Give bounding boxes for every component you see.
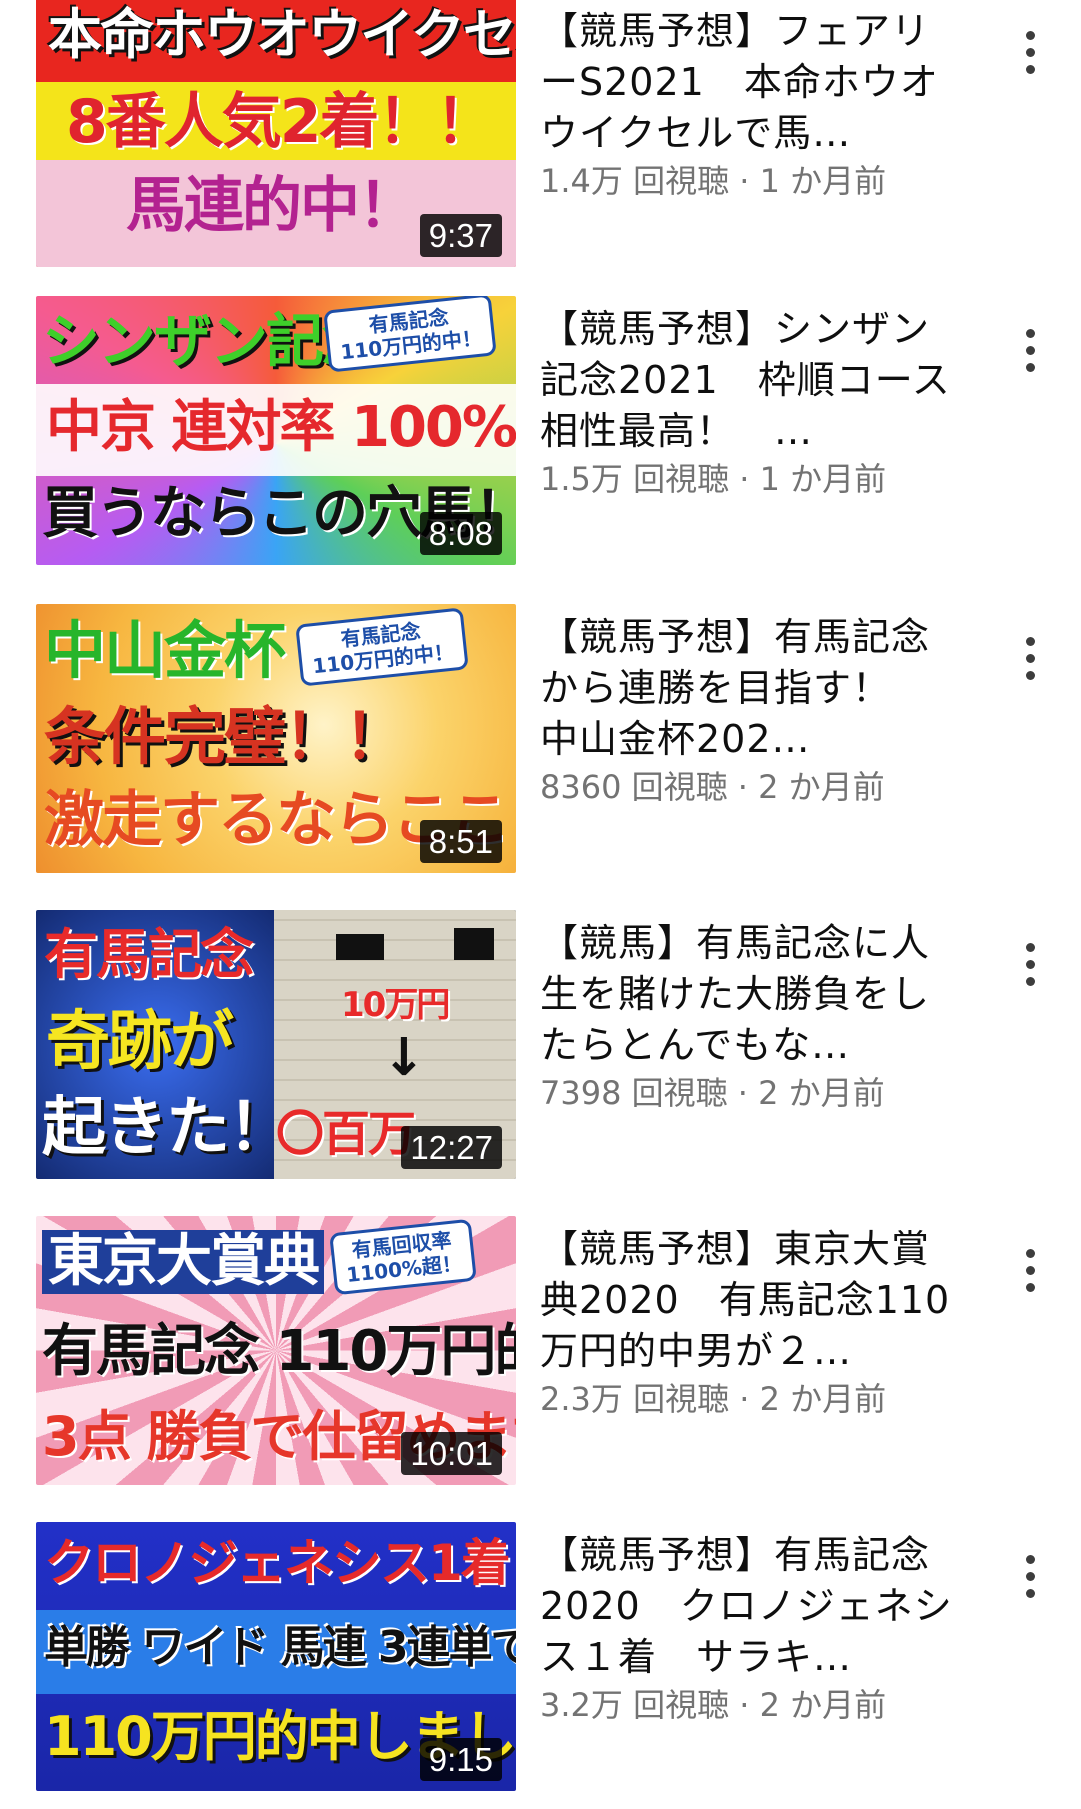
view-count: 2.3万 回視聴	[540, 1380, 730, 1418]
view-count: 7398 回視聴	[540, 1074, 728, 1112]
video-info: 【競馬予想】東京大賞典2020 有馬記念110万円的中男が２… 2.3万 回視聴…	[540, 1224, 960, 1421]
meta-separator: ·	[729, 460, 760, 498]
video-thumbnail[interactable]: 中山金杯 有馬記念 110万円的中！ 条件完璧！！ 激走するならここ！ 8:51	[36, 604, 516, 873]
video-title[interactable]: 【競馬予想】有馬記念2020 クロノジェネシス１着 サラキ…	[540, 1530, 960, 1683]
video-duration: 9:37	[419, 214, 502, 257]
video-meta: 3.2万 回視聴 · 2 か月前	[540, 1683, 960, 1727]
video-item[interactable]: 中山金杯 有馬記念 110万円的中！ 条件完璧！！ 激走するならここ！ 8:51…	[0, 604, 1081, 873]
upload-age: 1 か月前	[759, 460, 887, 498]
video-duration: 10:01	[401, 1432, 502, 1475]
thumbnail-text: 中京 連対率 100%	[46, 395, 516, 460]
video-item[interactable]: クロノジェネシス1着！！ 単勝 ワイド 馬連 3連単で 110万円的中しました！…	[0, 1522, 1081, 1791]
thumbnail-text: 奇跡が	[46, 1005, 234, 1079]
view-count: 3.2万 回視聴	[540, 1686, 730, 1724]
view-count: 8360 回視聴	[540, 768, 728, 806]
video-thumbnail[interactable]: 東京大賞典 有馬回収率 1100%超！ 有馬記念 110万円的中！ 3点 勝負で…	[36, 1216, 516, 1485]
video-item[interactable]: シンザン記念 有馬記念 110万円的中！ 中京 連対率 100% 買うならこの穴…	[0, 296, 1081, 565]
more-options-icon[interactable]	[1010, 20, 1050, 84]
upload-age: 2 か月前	[758, 1074, 885, 1112]
video-info: 【競馬】有馬記念に人生を賭けた大勝負をしたらとんでもな… 7398 回視聴 · …	[540, 918, 960, 1115]
video-title[interactable]: 【競馬予想】有馬記念から連勝を目指す！ 中山金杯202…	[540, 612, 960, 765]
video-duration: 9:15	[419, 1738, 502, 1781]
video-meta: 2.3万 回視聴 · 2 か月前	[540, 1377, 960, 1421]
view-count: 1.4万 回視聴	[540, 162, 730, 200]
more-options-icon[interactable]	[1010, 1544, 1050, 1608]
video-title[interactable]: 【競馬予想】シンザン記念2021 枠順コース相性最高！ …	[540, 304, 960, 457]
thumbnail-text: 東京大賞典	[42, 1230, 324, 1294]
video-info: 【競馬予想】シンザン記念2021 枠順コース相性最高！ … 1.5万 回視聴 ·…	[540, 304, 960, 501]
upload-age: 2 か月前	[759, 1380, 887, 1418]
upload-age: 1 か月前	[759, 162, 887, 200]
video-duration: 8:08	[419, 512, 502, 555]
thumbnail-text: 〇百万	[276, 1106, 416, 1162]
more-options-icon[interactable]	[1010, 1238, 1050, 1302]
video-thumbnail[interactable]: 本命ホウオウイクセル 8番人気2着！！ 馬連的中！ 9:37	[36, 0, 516, 267]
thumbnail-text: 10万円	[341, 985, 450, 1025]
meta-separator: ·	[727, 1074, 759, 1112]
video-item[interactable]: 10万円 ↓ 〇百万 有馬記念 奇跡が 起きた！ 12:27 【競馬】有馬記念に…	[0, 910, 1081, 1179]
video-info: 【競馬予想】フェアリーS2021 本命ホウオウイクセルで馬… 1.4万 回視聴 …	[540, 6, 960, 203]
video-meta: 1.4万 回視聴 · 1 か月前	[540, 159, 960, 203]
meta-separator: ·	[729, 1380, 760, 1418]
video-thumbnail[interactable]: クロノジェネシス1着！！ 単勝 ワイド 馬連 3連単で 110万円的中しました！…	[36, 1522, 516, 1791]
video-duration: 12:27	[401, 1126, 502, 1169]
video-meta: 1.5万 回視聴 · 1 か月前	[540, 457, 960, 501]
video-item[interactable]: 本命ホウオウイクセル 8番人気2着！！ 馬連的中！ 9:37 【競馬予想】フェア…	[0, 0, 1081, 267]
video-info: 【競馬予想】有馬記念2020 クロノジェネシス１着 サラキ… 3.2万 回視聴 …	[540, 1530, 960, 1727]
upload-age: 2 か月前	[759, 1686, 887, 1724]
thumbnail-text: クロノジェネシス1着！！	[44, 1534, 516, 1592]
video-title[interactable]: 【競馬予想】東京大賞典2020 有馬記念110万円的中男が２…	[540, 1224, 960, 1377]
more-options-icon[interactable]	[1010, 318, 1050, 382]
thumbnail-text: 有馬記念	[44, 923, 254, 986]
video-item[interactable]: 東京大賞典 有馬回収率 1100%超！ 有馬記念 110万円的中！ 3点 勝負で…	[0, 1216, 1081, 1485]
upload-age: 2 か月前	[758, 768, 885, 806]
ticket-redaction	[336, 934, 384, 960]
meta-separator: ·	[729, 162, 760, 200]
thumbnail-text: 条件完璧！！	[44, 700, 406, 773]
video-thumbnail[interactable]: 10万円 ↓ 〇百万 有馬記念 奇跡が 起きた！ 12:27	[36, 910, 516, 1179]
more-options-icon[interactable]	[1010, 932, 1050, 996]
video-duration: 8:51	[419, 820, 502, 863]
video-thumbnail[interactable]: シンザン記念 有馬記念 110万円的中！ 中京 連対率 100% 買うならこの穴…	[36, 296, 516, 565]
video-info: 【競馬予想】有馬記念から連勝を目指す！ 中山金杯202… 8360 回視聴 · …	[540, 612, 960, 809]
meta-separator: ·	[729, 1686, 760, 1724]
thumbnail-text: 8番人気2着！！	[66, 87, 495, 157]
thumbnail-text: 単勝 ワイド 馬連 3連単で	[44, 1622, 516, 1673]
thumbnail-text: 馬連的中！	[126, 171, 418, 241]
video-meta: 8360 回視聴 · 2 か月前	[540, 765, 960, 809]
thumbnail-text: 中山金杯	[44, 614, 286, 687]
arrow-down-icon: ↓	[382, 1028, 426, 1088]
more-options-icon[interactable]	[1010, 626, 1050, 690]
ticket-redaction	[454, 928, 494, 960]
video-meta: 7398 回視聴 · 2 か月前	[540, 1071, 960, 1115]
thumbnail-text: 本命ホウオウイクセル	[48, 3, 516, 66]
meta-separator: ·	[727, 768, 759, 806]
view-count: 1.5万 回視聴	[540, 460, 730, 498]
video-title[interactable]: 【競馬予想】フェアリーS2021 本命ホウオウイクセルで馬…	[540, 6, 960, 159]
thumbnail-text: 有馬記念 110万円的中！	[42, 1319, 516, 1384]
video-title[interactable]: 【競馬】有馬記念に人生を賭けた大勝負をしたらとんでもな…	[540, 918, 960, 1071]
thumbnail-text: 起きた！	[42, 1091, 292, 1165]
